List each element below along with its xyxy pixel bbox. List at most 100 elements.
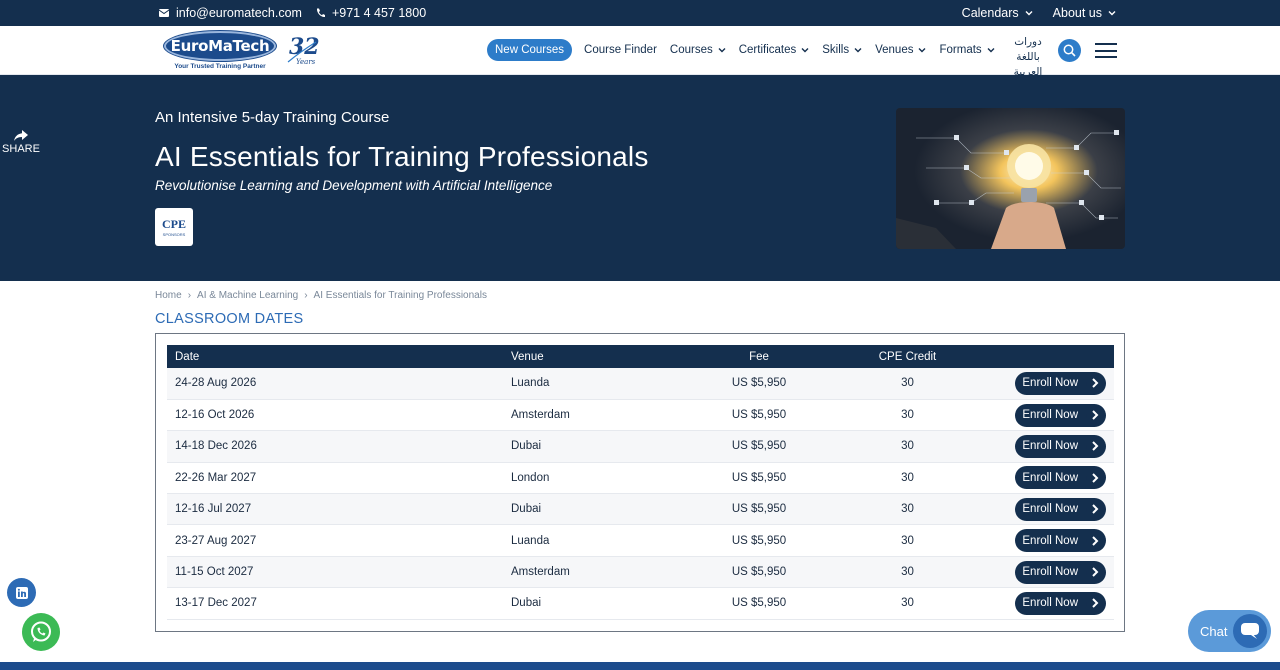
nav-certificates[interactable]: Certificates: [739, 44, 810, 56]
row-cpe-credit: 30: [901, 377, 914, 390]
chevron-right-icon: [1086, 374, 1103, 392]
table-row: 12-16 Jul 2027 Dubai US $5,950 30 Enroll Now: [167, 493, 1114, 525]
calendars-menu[interactable]: Calendars: [962, 6, 1033, 20]
email-contact[interactable]: info@euromatech.com: [159, 6, 302, 20]
enroll-now-button[interactable]: Enroll Now: [1015, 529, 1106, 553]
header-cpe-credit: CPE Credit: [878, 350, 937, 363]
row-fee: US $5,950: [731, 377, 787, 390]
row-venue: Dubai: [511, 503, 542, 516]
arabic-line-1: دورات باللغة: [1014, 36, 1042, 63]
breadcrumb-category[interactable]: AI & Machine Learning: [197, 290, 298, 301]
logo-text: EuroMaTech: [170, 37, 270, 55]
chevron-down-icon: [1108, 11, 1116, 16]
row-venue: London: [511, 471, 550, 484]
chevron-down-icon: [854, 48, 862, 53]
about-label: About us: [1052, 6, 1102, 20]
row-venue: Luanda: [511, 534, 550, 547]
phone-contact[interactable]: +971 4 457 1800: [316, 6, 426, 20]
header-fee: Fee: [749, 350, 769, 363]
nav-certificates-label: Certificates: [738, 44, 797, 56]
chevron-down-icon: [801, 48, 809, 53]
calendars-label: Calendars: [961, 6, 1019, 20]
row-venue: Luanda: [511, 377, 550, 390]
enroll-now-button[interactable]: Enroll Now: [1015, 497, 1106, 521]
row-cpe-credit: 30: [901, 566, 914, 579]
enroll-now-button[interactable]: Enroll Now: [1015, 371, 1106, 395]
linkedin-button[interactable]: [7, 578, 36, 607]
nav-venues-label: Venues: [875, 44, 914, 56]
row-action: Enroll Now: [996, 556, 1114, 587]
classroom-dates-heading: CLASSROOM DATES: [155, 311, 304, 327]
nav-venues[interactable]: Venues: [875, 44, 926, 56]
header-venue: Venue: [511, 350, 544, 363]
table-row: 23-27 Aug 2027 Luanda US $5,950 30 Enroll No…: [167, 525, 1114, 557]
row-venue: Dubai: [511, 440, 542, 453]
nav-new-courses[interactable]: New Courses: [487, 39, 573, 61]
enroll-now-label: Enroll Now: [1022, 440, 1078, 453]
chevron-down-icon: [1025, 11, 1033, 16]
main-nav: New Courses Course Finder Courses Certif…: [487, 39, 1008, 61]
cpe-badge-text: CPE: [162, 217, 186, 231]
table-row: 22-26 Mar 2027 London US $5,950 30 Enroll No…: [167, 462, 1114, 494]
chevron-right-icon: [1086, 532, 1103, 550]
row-venue: Dubai: [511, 597, 542, 610]
hamburger-menu-icon[interactable]: [1095, 43, 1117, 58]
row-venue: Amsterdam: [511, 409, 570, 422]
linkedin-icon: [15, 586, 28, 599]
row-date: 14-18 Dec 2026: [175, 440, 257, 453]
search-icon: [1063, 44, 1076, 57]
nav-skills[interactable]: Skills: [822, 44, 862, 56]
arabic-courses-link[interactable]: دورات باللغة العربية: [1003, 35, 1053, 80]
chevron-down-icon: [718, 48, 726, 53]
chat-bubble-icon: [1233, 614, 1267, 648]
search-button[interactable]: [1058, 39, 1081, 62]
chat-label: Chat: [1200, 623, 1228, 639]
about-menu[interactable]: About us: [1053, 6, 1116, 20]
row-venue: Amsterdam: [511, 566, 570, 579]
table-row: 24-28 Aug 2026 Luanda US $5,950 30 Enroll No…: [167, 368, 1114, 400]
row-cpe-credit: 30: [901, 409, 914, 422]
chevron-right-icon: [1086, 406, 1103, 424]
cpe-sponsor-badge: CPE SPONSORS: [155, 208, 193, 246]
header-date: Date: [175, 350, 200, 363]
share-button[interactable]: SHARE: [0, 130, 42, 155]
nav-course-finder[interactable]: Course Finder: [584, 44, 657, 56]
row-action: Enroll Now: [996, 399, 1114, 430]
table-row: 14-18 Dec 2026 Dubai US $5,950 30 Enroll Now: [167, 430, 1114, 463]
table-row: 11-15 Oct 2027 Amsterdam US $5,950 30 Enroll…: [167, 556, 1114, 588]
row-fee: US $5,950: [731, 409, 787, 422]
chevron-down-icon: [987, 48, 995, 53]
row-fee: US $5,950: [731, 566, 787, 579]
chevron-right-icon: [1086, 469, 1103, 487]
table-row: 12-16 Oct 2026 Amsterdam US $5,950 30 Enroll…: [167, 399, 1114, 431]
breadcrumb-home[interactable]: Home: [155, 290, 182, 301]
classroom-dates-panel: Date Venue Fee CPE Credit 24-28 Aug 2026…: [155, 333, 1125, 632]
nav-skills-label: Skills: [822, 44, 850, 56]
row-date: 12-16 Jul 2027: [175, 503, 252, 516]
share-arrow-icon: [14, 130, 28, 141]
course-hero: An Intensive 5-day Training Course AI Es…: [0, 75, 1280, 281]
enroll-now-button[interactable]: Enroll Now: [1015, 466, 1106, 490]
row-action: Enroll Now: [996, 525, 1114, 556]
enroll-now-button[interactable]: Enroll Now: [1015, 591, 1106, 615]
enroll-now-button[interactable]: Enroll Now: [1015, 560, 1106, 584]
nav-courses[interactable]: Courses: [670, 44, 726, 56]
nav-course-finder-label: Course Finder: [584, 44, 657, 56]
row-date: 13-17 Dec 2027: [175, 597, 257, 610]
nav-courses-label: Courses: [669, 44, 713, 56]
enroll-now-button[interactable]: Enroll Now: [1015, 403, 1106, 427]
chat-widget-button[interactable]: Chat: [1188, 610, 1271, 652]
whatsapp-button[interactable]: [22, 613, 60, 651]
logo-tagline: Your Trusted Training Partner: [174, 63, 266, 70]
main-header: EuroMaTech Your Trusted Training Partner…: [0, 26, 1280, 78]
enroll-now-button[interactable]: Enroll Now: [1015, 434, 1106, 458]
chevron-right-icon: [1086, 437, 1103, 455]
nav-formats[interactable]: Formats: [939, 44, 995, 56]
enroll-now-label: Enroll Now: [1022, 471, 1078, 484]
header-action: [996, 345, 1114, 368]
top-bar: info@euromatech.com +971 4 457 1800 Cale…: [0, 0, 1280, 26]
footer-strip: [0, 662, 1280, 670]
row-date: 23-27 Aug 2027: [175, 534, 257, 547]
euromatech-logo[interactable]: EuroMaTech Your Trusted Training Partner: [164, 31, 276, 71]
course-subtitle: Revolutionise Learning and Development w…: [155, 178, 553, 193]
